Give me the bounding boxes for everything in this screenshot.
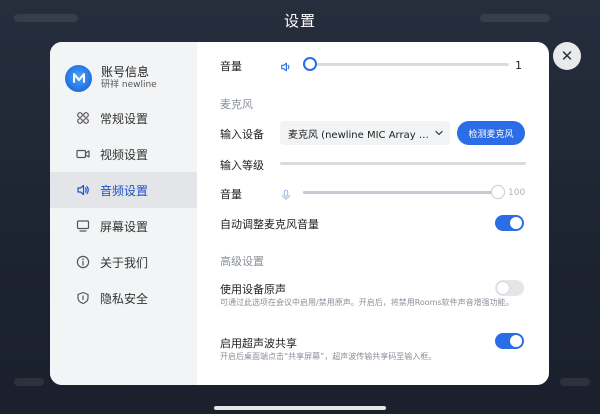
close-icon: ✕ xyxy=(560,46,574,65)
mic-section-title: 麦克风 xyxy=(220,98,253,111)
input-level-label: 输入等级 xyxy=(220,159,264,172)
input-device-select[interactable]: 麦克风 (newline MIC Array & ... xyxy=(280,121,450,145)
ultrasonic-share-hint: 开启后桌面端点击“共享屏幕”，超声波传输共享码至输入框。 xyxy=(220,352,437,361)
account-subtitle: 研祥 newline xyxy=(101,80,157,90)
settings-dialog: 账号信息 研祥 newline 常规设置 视频设置 音频设置 屏幕设置 关于我们… xyxy=(50,42,549,385)
sidebar-item-label: 视频设置 xyxy=(100,147,149,162)
page-title: 设置 xyxy=(283,12,316,30)
account-name: 账号信息 xyxy=(101,65,150,79)
ultrasonic-share-toggle[interactable] xyxy=(495,333,524,349)
slider-track xyxy=(303,63,509,66)
input-level-track xyxy=(280,162,526,165)
avatar xyxy=(65,64,92,92)
speaker-volume-value: 1 xyxy=(515,59,522,72)
sidebar-item-video[interactable]: 视频设置 xyxy=(50,136,197,172)
mic-volume-label: 音量 xyxy=(220,188,242,201)
sidebar-item-label: 常规设置 xyxy=(100,111,149,126)
auto-adjust-toggle[interactable] xyxy=(495,215,524,231)
slider-knob[interactable] xyxy=(303,57,317,71)
grid-icon xyxy=(76,111,90,125)
audio-settings-panel: 音量 1 麦克风 输入设备 麦克风 (newline MIC Array & .… xyxy=(197,42,549,385)
slider-fill xyxy=(303,191,498,194)
sidebar-item-label: 关于我们 xyxy=(100,255,149,270)
speaker-icon xyxy=(76,183,90,197)
input-device-label: 输入设备 xyxy=(220,128,264,141)
slider-knob[interactable] xyxy=(491,185,505,199)
test-microphone-button[interactable]: 检测麦克风 xyxy=(457,121,525,145)
sidebar-item-audio[interactable]: 音频设置 xyxy=(50,172,197,208)
auto-adjust-label: 自动调整麦克风音量 xyxy=(220,218,319,231)
speaker-icon xyxy=(280,58,292,72)
background-blur-bar xyxy=(14,378,44,386)
home-indicator xyxy=(214,406,386,410)
input-device-value: 麦克风 (newline MIC Array & ... xyxy=(288,129,432,141)
chevron-down-icon xyxy=(434,128,444,138)
original-sound-toggle[interactable] xyxy=(495,280,524,296)
mic-volume-value: 100 xyxy=(508,188,526,198)
speaker-volume-label: 音量 xyxy=(220,60,242,73)
sidebar-item-label: 音频设置 xyxy=(100,183,149,198)
original-sound-hint: 可通过此选项在会议中启用/禁用原声。开启后，将禁用Rooms软件声音增强功能。 xyxy=(220,298,514,307)
sidebar-item-general[interactable]: 常规设置 xyxy=(50,100,197,136)
speaker-volume-slider[interactable] xyxy=(303,56,509,72)
original-sound-label: 使用设备原声 xyxy=(220,283,286,296)
sidebar-item-about[interactable]: 关于我们 xyxy=(50,244,197,280)
sidebar-item-label: 屏幕设置 xyxy=(100,219,149,234)
newline-logo-icon xyxy=(72,73,85,83)
toggle-knob xyxy=(510,217,522,229)
microphone-icon xyxy=(280,186,292,200)
ultrasonic-share-label: 启用超声波共享 xyxy=(220,337,297,350)
camera-icon xyxy=(76,147,90,161)
info-icon xyxy=(76,255,90,269)
mic-volume-slider[interactable] xyxy=(303,184,505,200)
account-info[interactable]: 账号信息 研祥 newline xyxy=(50,60,197,96)
shield-icon xyxy=(76,291,90,305)
close-button[interactable]: ✕ xyxy=(553,42,581,70)
advanced-section-title: 高级设置 xyxy=(220,255,264,268)
background-blur-bar xyxy=(560,378,590,386)
toggle-knob xyxy=(497,282,509,294)
sidebar-item-label: 隐私安全 xyxy=(100,291,149,306)
sidebar: 账号信息 研祥 newline 常规设置 视频设置 音频设置 屏幕设置 关于我们… xyxy=(50,42,197,385)
sidebar-item-privacy[interactable]: 隐私安全 xyxy=(50,280,197,316)
toggle-knob xyxy=(510,335,522,347)
monitor-icon xyxy=(76,219,90,233)
sidebar-item-screen[interactable]: 屏幕设置 xyxy=(50,208,197,244)
